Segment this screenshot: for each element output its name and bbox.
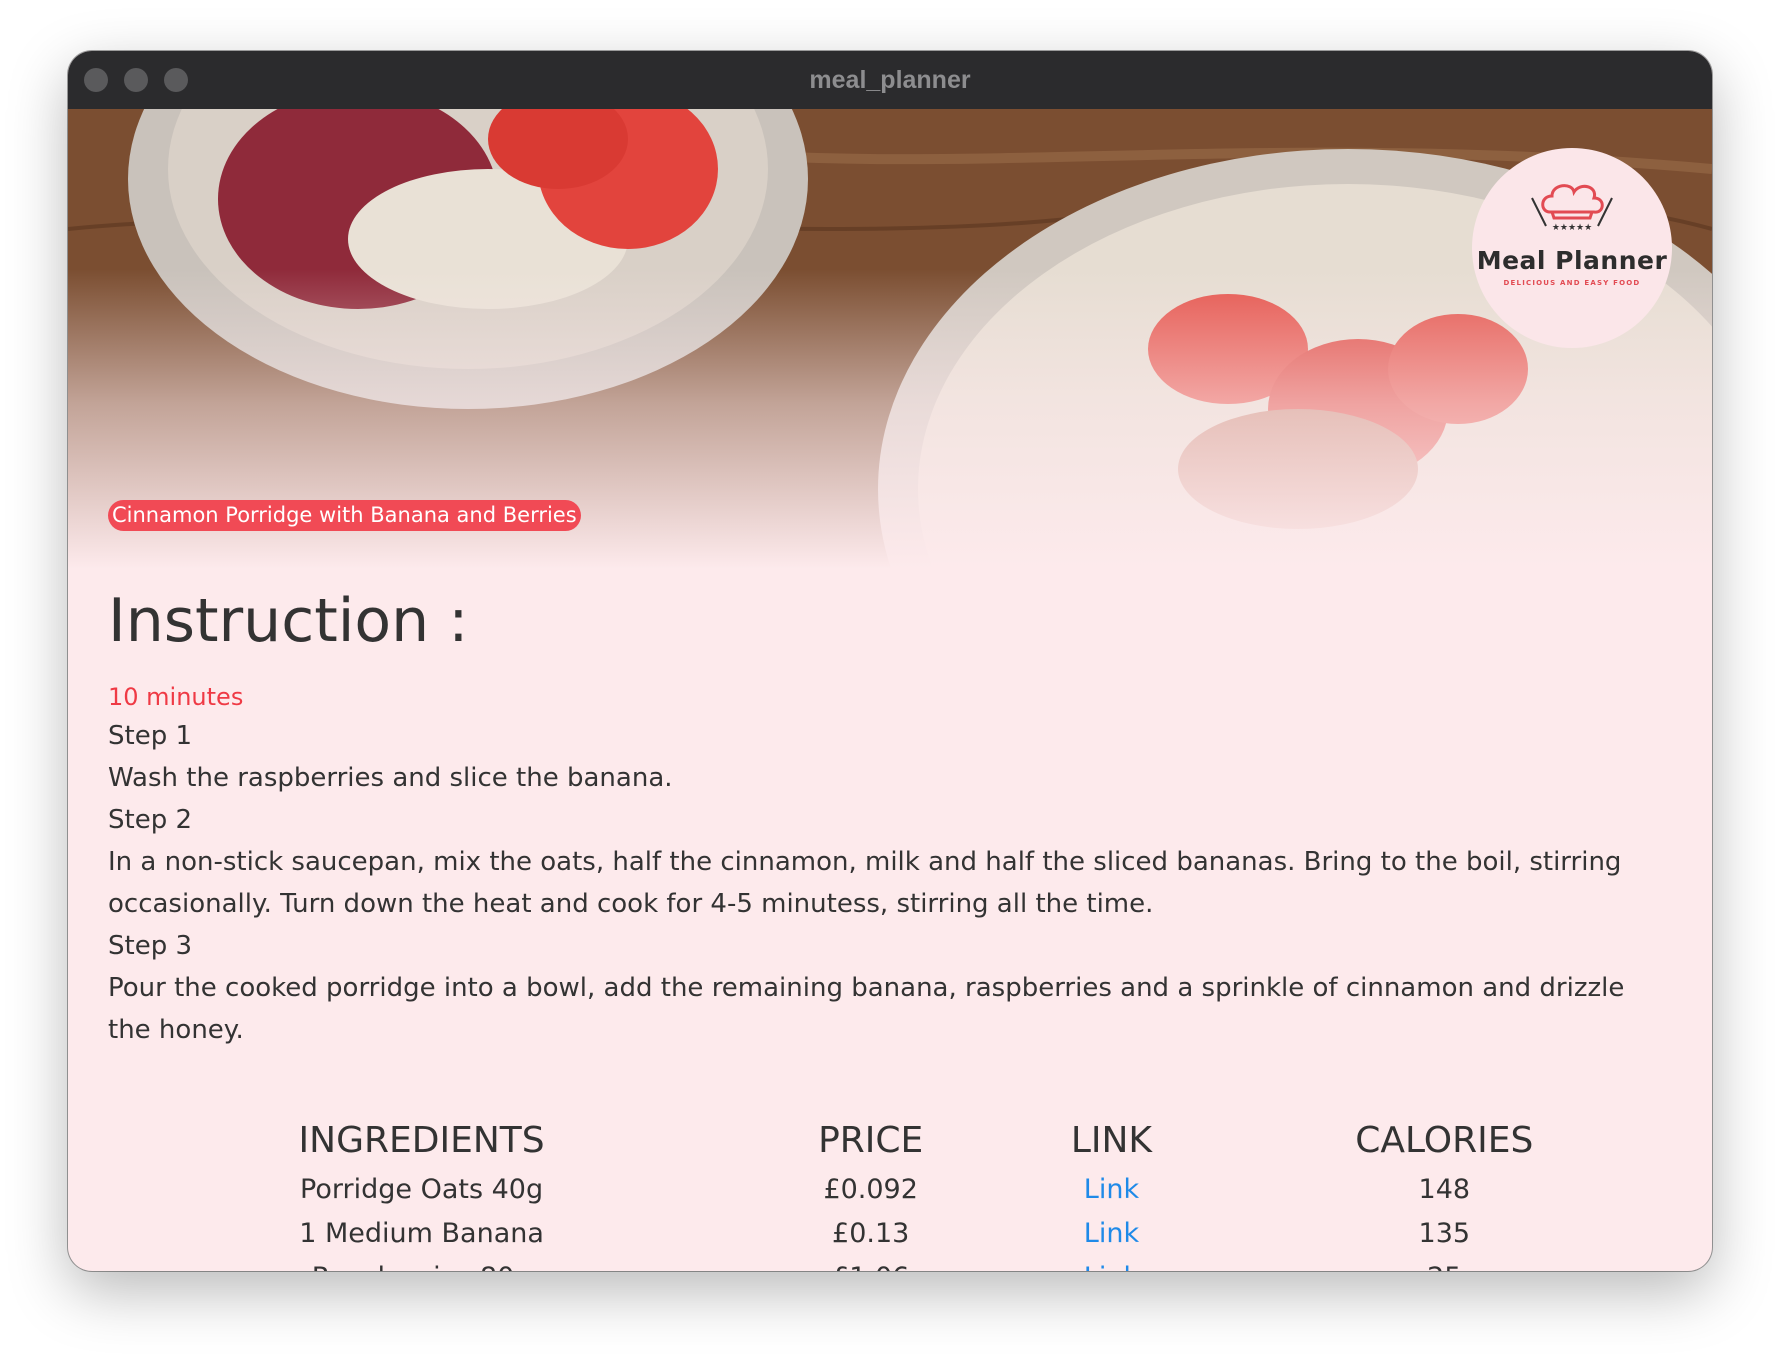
app-window: meal_planner ★★★★★ Meal Planner DELICIOU… [68, 51, 1712, 1271]
calories-cell: 148 [1418, 1173, 1471, 1205]
step-text: In a non-stick saucepan, mix the oats, h… [108, 847, 1622, 919]
ingredient-cell: Raspberries 80g [108, 1255, 735, 1272]
ingredient-link[interactable]: Link [1084, 1218, 1139, 1249]
price-cell: £0.13 [832, 1217, 910, 1249]
chef-hat-icon: ★★★★★ [1531, 184, 1613, 233]
table-row: Raspberries 80g £1.06 Link 25 [108, 1255, 1672, 1272]
ingredient-link[interactable]: Link [1084, 1174, 1139, 1205]
table-header-row: INGREDIENTS PRICE LINK CALORIES [108, 1113, 1672, 1167]
link-cell: Link [1006, 1211, 1216, 1255]
step-1: Step 1 Wash the raspberries and slice th… [108, 715, 1672, 799]
cook-time: 10 minutes [108, 683, 244, 711]
column-header-price: PRICE [818, 1119, 924, 1161]
instruction-heading: Instruction : [108, 586, 469, 656]
column-header-link: LINK [1070, 1119, 1153, 1161]
window-title: meal_planner [809, 66, 971, 94]
recipe-name-badge: Cinnamon Porridge with Banana and Berrie… [108, 500, 581, 531]
step-3: Step 3 Pour the cooked porridge into a b… [108, 925, 1672, 1051]
price-cell: £1.06 [735, 1255, 1006, 1272]
column-header-calories: CALORIES [1355, 1119, 1534, 1161]
ingredients-table: INGREDIENTS PRICE LINK CALORIES Porridge… [108, 1113, 1672, 1272]
logo-name: Meal Planner [1476, 246, 1668, 275]
calories-cell: 135 [1418, 1217, 1471, 1249]
step-label: Step 3 [108, 931, 193, 961]
step-2: Step 2 In a non-stick saucepan, mix the … [108, 799, 1672, 925]
title-bar[interactable]: meal_planner [68, 51, 1712, 110]
instructions-section: Instruction : 10 minutes Step 1 Wash the… [108, 591, 1672, 1051]
ingredient-cell: 1 Medium Banana [299, 1217, 544, 1249]
logo-tagline: DELICIOUS AND EASY FOOD [1503, 279, 1641, 287]
link-cell: Link [1006, 1167, 1216, 1211]
meal-planner-logo[interactable]: ★★★★★ Meal Planner DELICIOUS AND EASY FO… [1472, 148, 1672, 348]
ingredient-link[interactable]: Link [1084, 1262, 1139, 1272]
table-row: Porridge Oats 40g £0.092 Link 148 [108, 1167, 1672, 1211]
column-header-ingredients: INGREDIENTS [298, 1119, 545, 1161]
table-row: 1 Medium Banana £0.13 Link 135 [108, 1211, 1672, 1255]
calories-cell: 25 [1217, 1255, 1672, 1272]
ingredient-cell: Porridge Oats 40g [300, 1173, 544, 1205]
step-label: Step 2 [108, 805, 193, 835]
link-cell: Link [1006, 1255, 1216, 1272]
step-label: Step 1 [108, 721, 193, 751]
step-text: Pour the cooked porridge into a bowl, ad… [108, 973, 1625, 1045]
svg-text:★★★★★: ★★★★★ [1552, 223, 1592, 233]
step-text: Wash the raspberries and slice the banan… [108, 763, 673, 793]
price-cell: £0.092 [823, 1173, 918, 1205]
